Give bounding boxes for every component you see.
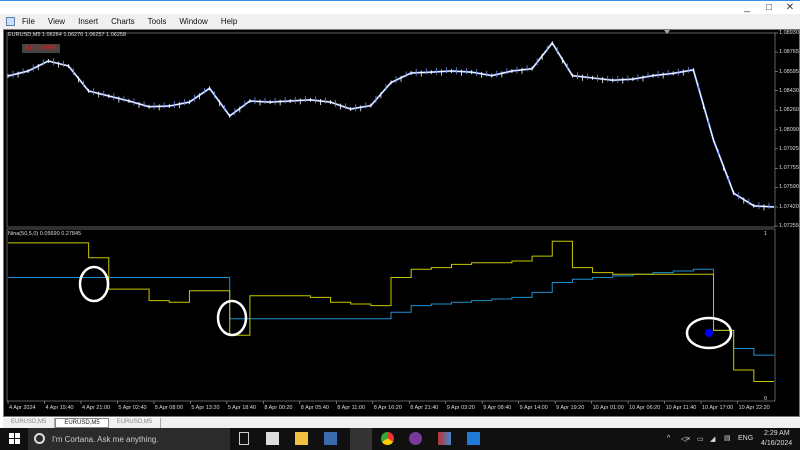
menu-window[interactable]: Window [179, 17, 207, 26]
menu-file[interactable]: File [22, 17, 35, 26]
cortana-search[interactable]: I'm Cortana. Ask me anything. [28, 428, 230, 450]
menu-view[interactable]: View [48, 17, 65, 26]
minimize-button[interactable]: _ [737, 2, 757, 13]
app-icon-blue[interactable] [467, 432, 480, 445]
clock-time[interactable]: 2:29 AM [764, 430, 790, 437]
price-axis-label: 1.07925 [779, 145, 799, 152]
time-axis-label: 10 Apr 01:00 [592, 405, 624, 411]
indicator-header: Nina(50,5,0) 0.05690 0.27845 [8, 231, 82, 237]
time-axis-label: 8 Apr 00:20 [264, 405, 293, 411]
time-axis-label: 10 Apr 22:20 [738, 405, 770, 411]
tray-chevron-icon[interactable]: ^ [667, 435, 670, 442]
price-axis-label: 1.08595 [779, 68, 799, 75]
chrome-icon[interactable] [381, 432, 394, 445]
time-axis-label: 9 Apr 14:00 [519, 405, 548, 411]
time-axis-label: 9 Apr 03:20 [446, 405, 475, 411]
shift-marker-icon [664, 30, 670, 34]
volume-muted-icon[interactable]: ◁× [681, 435, 690, 443]
search-placeholder: I'm Cortana. Ask me anything. [52, 434, 159, 444]
time-axis-label: 8 Apr 16:20 [373, 405, 402, 411]
time-axis-label: 10 Apr 11:40 [665, 405, 697, 411]
cortana-icon [34, 433, 45, 444]
time-axis-label: 9 Apr 08:40 [483, 405, 512, 411]
time-axis-label: 4 Apr 15:40 [45, 405, 74, 411]
file-explorer-icon[interactable] [295, 432, 308, 445]
maximize-button[interactable]: □ [759, 2, 779, 13]
battery-icon[interactable]: ▭ [697, 435, 704, 443]
chart-window[interactable]: EURUSD,M5 1.06264 1.06276 1.06257 1.0625… [3, 29, 800, 417]
price-axis-label: 1.08765 [779, 49, 799, 55]
time-axis-label: 4 Apr 21:00 [81, 405, 111, 411]
windows-start-icon[interactable] [9, 433, 20, 444]
time-axis-label: 5 Apr 18:40 [227, 405, 256, 411]
chart-tab[interactable]: EURUSD,M5 [3, 418, 56, 428]
price-axis-label: 1.07420 [779, 203, 799, 210]
chart-tab[interactable]: EURUSD,M5 [109, 418, 162, 428]
language-indicator[interactable]: ENG [738, 435, 753, 442]
price-axis-label: 1.08260 [779, 107, 799, 114]
signal-dot [705, 329, 713, 337]
notifications-icon[interactable]: ▤ [724, 434, 731, 442]
wifi-icon[interactable]: ◢ [710, 435, 715, 443]
time-axis-label: 9 Apr 19:20 [556, 405, 585, 411]
chart-tabs: EURUSD,M5 EURUSD,M5 EURUSD,M5 [3, 418, 800, 428]
app-icon-media[interactable] [438, 432, 451, 445]
price-axis-label: 1.07255 [779, 223, 799, 229]
price-axis-label: 1.08090 [779, 126, 799, 133]
annotation-circle [78, 265, 110, 303]
menu-help[interactable]: Help [221, 17, 237, 26]
time-axis-label: 8 Apr 05:40 [300, 405, 329, 411]
menu-bar: File View Insert Charts Tools Window Hel… [0, 14, 800, 29]
time-axis-label: 8 Apr 21:40 [410, 405, 439, 411]
close-button[interactable]: ✕ [780, 2, 800, 13]
remote-desktop-icon[interactable] [324, 432, 337, 445]
chart-tab-active[interactable]: EURUSD,M5 [55, 418, 109, 428]
indicator-min-label: 0 [764, 396, 768, 402]
chart-header: EURUSD,M5 1.06264 1.06276 1.06257 1.0625… [8, 32, 127, 38]
indicator-yellow-line [8, 240, 774, 382]
price-axis-label: 1.08430 [779, 87, 799, 94]
title-bar: _ □ ✕ [0, 0, 800, 14]
price-line-shadow [7, 41, 775, 208]
time-axis-label: 5 Apr 13:20 [191, 405, 220, 411]
annotation-circle [216, 299, 248, 337]
menu-tools[interactable]: Tools [148, 17, 167, 26]
price-axis-label: 1.07755 [779, 165, 799, 172]
time-axis-label: 8 Apr 11:00 [337, 405, 366, 411]
main-panel-border [6, 32, 776, 228]
calculator-icon[interactable] [266, 432, 279, 445]
price-line [7, 42, 775, 208]
menu-insert[interactable]: Insert [78, 17, 98, 26]
chart-canvas[interactable] [4, 30, 800, 418]
time-axis-label: 10 Apr 17:00 [702, 405, 734, 411]
time-axis-label: 4 Apr 2024 [9, 405, 36, 411]
indicator-max-label: 1 [764, 231, 768, 237]
time-axis-label: 5 Apr 02:40 [118, 405, 147, 411]
taskbar: I'm Cortana. Ask me anything. ^ ◁× ▭ ◢ ▤… [0, 428, 800, 450]
app-icon[interactable] [6, 17, 15, 26]
task-view-icon[interactable] [239, 432, 249, 445]
menu-charts[interactable]: Charts [111, 17, 135, 26]
time-axis-label: 10 Apr 06:20 [629, 405, 661, 411]
keltner-button[interactable]: KELTNER [22, 44, 60, 53]
clock-date[interactable]: 4/16/2024 [761, 440, 792, 447]
alpari-terminal-icon[interactable] [350, 428, 372, 450]
app-icon-purple[interactable] [409, 432, 422, 445]
price-axis-label: 1.07590 [779, 184, 799, 191]
time-axis-label: 5 Apr 08:00 [154, 405, 184, 411]
price-axis-label: 1.08930 [779, 30, 799, 36]
